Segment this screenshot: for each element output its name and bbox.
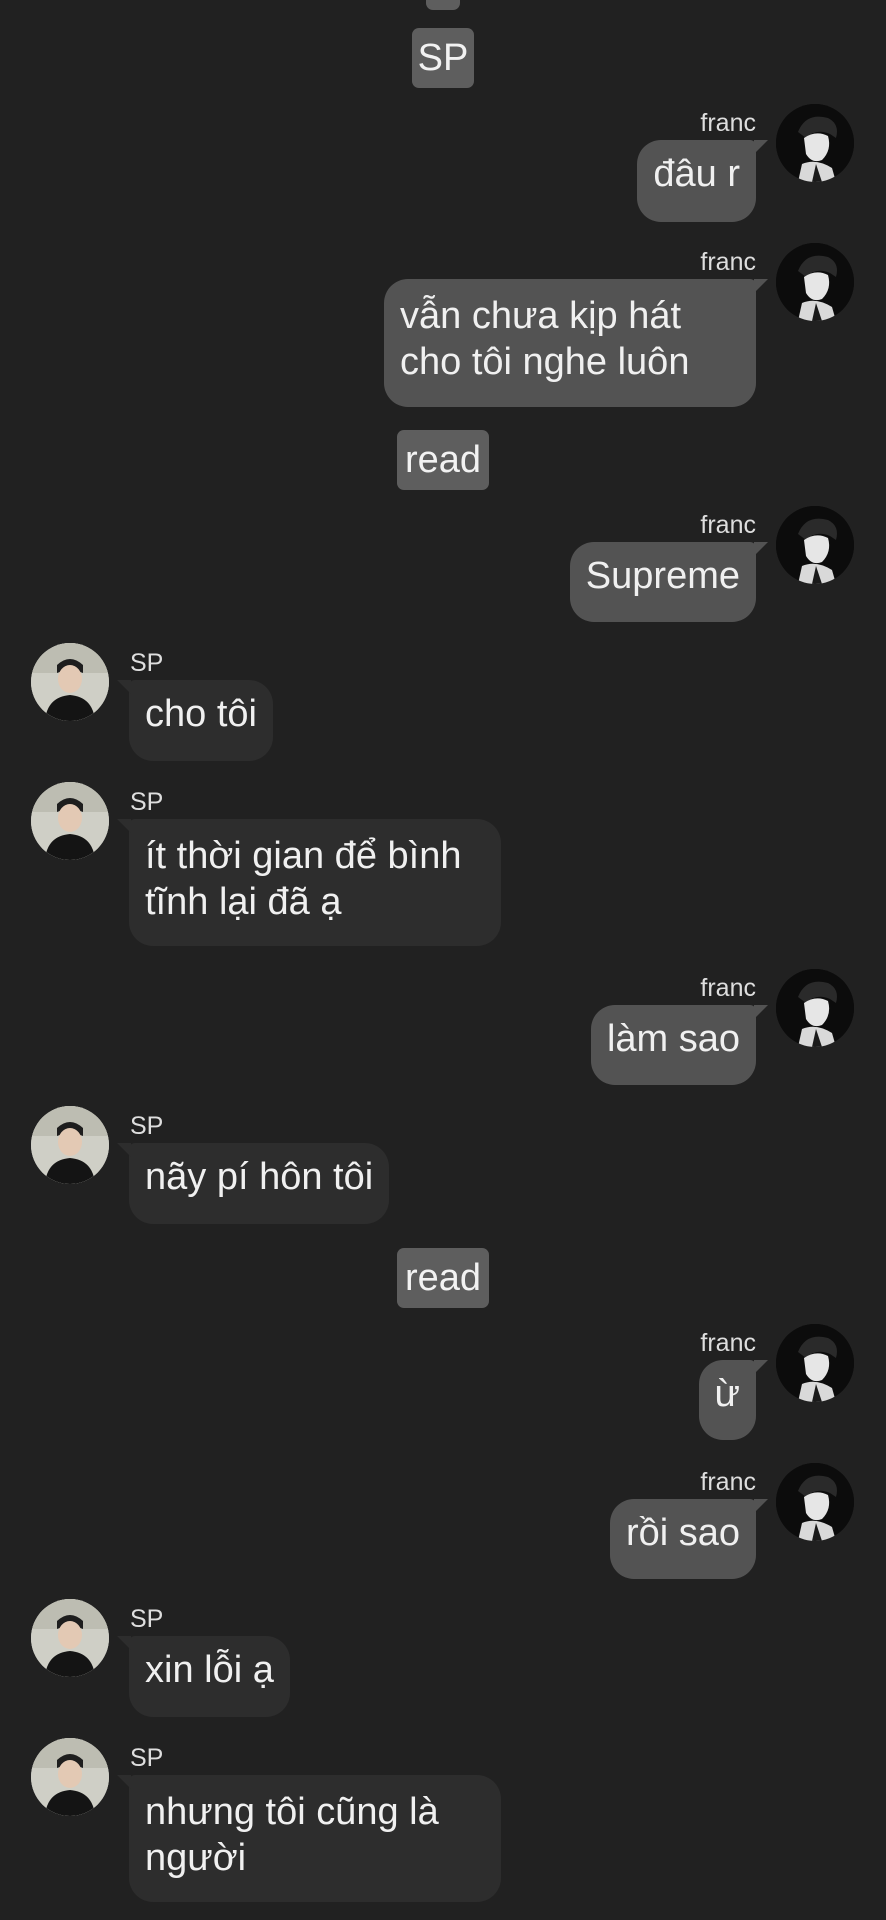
message-bubble-outgoing[interactable]: ừ [698, 1360, 769, 1440]
message-text: rồi sao [625, 1512, 740, 1554]
avatar-franc[interactable] [776, 1463, 854, 1541]
message-text: xin lỗi ạ [145, 1649, 274, 1691]
avatar-franc[interactable] [776, 243, 854, 321]
message-bubble-incoming[interactable]: ít thời gian để bình tĩnh lại đã ạ [117, 819, 501, 946]
sender-name-franc: franc [700, 1329, 756, 1357]
message-bubble-outgoing[interactable]: làm sao [590, 1005, 769, 1085]
avatar-sp[interactable] [31, 1106, 109, 1184]
message-bubble-incoming[interactable]: nhưng tôi cũng là người [117, 1775, 501, 1902]
avatar-sp-image [31, 782, 109, 860]
avatar-franc-image [776, 1324, 854, 1402]
sender-name-sp: SP [130, 1112, 164, 1140]
avatar-sp-image [31, 1599, 109, 1677]
message-text: nãy pí hôn tôi [145, 1156, 374, 1198]
message-text: vẫn chưa kịp hát cho tôi nghe luôn [400, 295, 690, 383]
avatar-franc-image [776, 506, 854, 584]
message-bubble-outgoing[interactable]: vẫn chưa kịp hát cho tôi nghe luôn [384, 279, 768, 407]
avatar-franc[interactable] [776, 969, 854, 1047]
avatar-sp-image [31, 1738, 109, 1816]
message-bubble-incoming[interactable]: nãy pí hôn tôi [116, 1143, 390, 1224]
sender-name-sp: SP [130, 788, 164, 816]
system-chip-read: read [397, 1248, 489, 1308]
system-chip-partial [426, 0, 460, 10]
sender-name-franc: franc [700, 109, 756, 137]
avatar-franc-image [776, 243, 854, 321]
avatar-sp[interactable] [31, 1738, 109, 1816]
message-bubble-incoming[interactable]: xin lỗi ạ [117, 1636, 290, 1717]
sender-name-franc: franc [700, 974, 756, 1002]
message-text: đâu r [653, 153, 740, 195]
avatar-sp-image [31, 1106, 109, 1184]
message-bubble-incoming[interactable]: cho tôi [117, 680, 273, 761]
sender-name-franc: franc [700, 511, 756, 539]
message-text: Supreme [585, 555, 740, 597]
message-text: ít thời gian để bình tĩnh lại đã ạ [145, 835, 462, 923]
sender-name-sp: SP [130, 1605, 164, 1633]
system-chip-sp: SP [412, 28, 474, 88]
sender-name-sp: SP [130, 1744, 164, 1772]
avatar-franc-image [776, 1463, 854, 1541]
message-text: cho tôi [145, 693, 257, 735]
sender-name-franc: franc [700, 248, 756, 276]
avatar-franc[interactable] [776, 104, 854, 182]
message-text: ừ [714, 1373, 740, 1415]
avatar-franc[interactable] [776, 1324, 854, 1402]
avatar-franc[interactable] [776, 506, 854, 584]
avatar-franc-image [776, 969, 854, 1047]
message-text: làm sao [606, 1018, 740, 1060]
message-text: nhưng tôi cũng là người [145, 1791, 439, 1879]
sender-name-sp: SP [130, 649, 164, 677]
message-bubble-outgoing[interactable]: Supreme [569, 542, 769, 622]
message-bubble-outgoing[interactable]: đâu r [637, 140, 768, 222]
avatar-sp[interactable] [31, 643, 109, 721]
avatar-sp-image [31, 643, 109, 721]
avatar-sp[interactable] [31, 782, 109, 860]
avatar-sp[interactable] [31, 1599, 109, 1677]
sender-name-franc: franc [700, 1468, 756, 1496]
system-chip-read: read [397, 430, 489, 490]
message-bubble-outgoing[interactable]: rồi sao [609, 1499, 769, 1579]
avatar-franc-image [776, 104, 854, 182]
